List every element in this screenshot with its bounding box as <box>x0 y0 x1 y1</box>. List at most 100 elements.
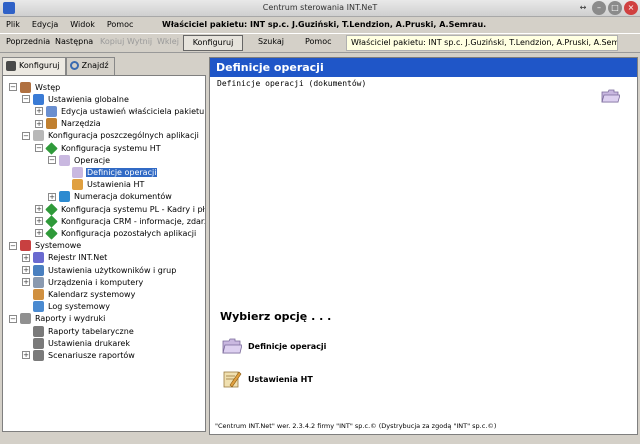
collapse-icon[interactable]: − <box>9 83 17 91</box>
tree-item[interactable]: Ustawienia HT <box>61 179 145 191</box>
settings-pen-icon <box>223 371 242 388</box>
expand-icon[interactable]: + <box>35 119 43 128</box>
tree-item-label: Ustawienia użytkowników i grup <box>48 265 177 275</box>
collapse-icon[interactable]: − <box>48 156 56 165</box>
tree-item[interactable]: − Operacje <box>48 154 111 166</box>
globe-icon <box>33 93 44 105</box>
tree-item[interactable]: + Konfiguracja pozostałych aplikacji <box>35 227 197 240</box>
tree-item[interactable]: + Konfiguracja CRM - informacje, zdarzeni… <box>35 214 205 228</box>
reports-icon <box>20 313 31 325</box>
status-strip <box>0 437 640 444</box>
close-icon[interactable]: × <box>624 1 638 15</box>
printer-icon <box>33 337 44 349</box>
tree-item[interactable]: Kalendarz systemowy <box>22 288 136 300</box>
tree-item[interactable]: + Edycja ustawień właściciela pakietu <box>35 105 205 117</box>
option-operation-definitions-label: Definicje operacji <box>248 341 327 351</box>
window-title: Centrum sterowania INT.NeT <box>262 3 378 12</box>
tree-item[interactable]: − Wstęp <box>9 81 61 93</box>
tree-item[interactable]: + Rejestr INT.Net <box>22 252 108 264</box>
registry-icon <box>33 252 44 264</box>
tree-item-label: Log systemowy <box>48 302 110 312</box>
menu-view[interactable]: Widok <box>70 20 95 29</box>
tree-item[interactable]: − Konfiguracja poszczególnych aplikacji <box>22 130 200 142</box>
tree-item[interactable]: + Konfiguracja systemu PL - Kadry i płace <box>35 202 205 216</box>
tree-item-label: Raporty tabelaryczne <box>48 326 134 336</box>
tree-item[interactable]: + Narzędzia <box>35 118 102 130</box>
expand-icon[interactable]: + <box>22 253 30 262</box>
diamond-icon <box>45 227 58 240</box>
collapse-icon[interactable]: − <box>22 131 30 140</box>
tree-item[interactable]: Definicje operacji <box>61 166 158 178</box>
title-bar: Centrum sterowania INT.NeT ↔ – □ × <box>0 0 640 17</box>
tree-item-label: Narzędzia <box>61 119 101 129</box>
resize-arrows-icon[interactable]: ↔ <box>576 1 590 15</box>
tree-item-label: Wstęp <box>35 82 61 92</box>
cut-button[interactable]: Wytnij <box>127 37 152 46</box>
tree-item[interactable]: Raporty tabelaryczne <box>22 325 135 337</box>
folder-open-icon[interactable] <box>601 89 620 103</box>
option-operation-definitions[interactable]: Definicje operacji <box>222 338 326 354</box>
tree-item[interactable]: + Scenariusze raportów <box>22 349 136 361</box>
tab-find[interactable]: Znajdź <box>65 57 115 75</box>
minimize-icon[interactable]: – <box>592 1 606 15</box>
tree-item-label: Scenariusze raportów <box>48 350 135 360</box>
collapse-icon[interactable]: − <box>9 314 17 323</box>
numbering-icon <box>59 191 70 203</box>
apps-config-icon <box>33 130 44 142</box>
calendar-icon <box>33 288 44 300</box>
tools-icon <box>46 118 57 130</box>
menu-edit[interactable]: Edycja <box>32 20 58 29</box>
expand-icon[interactable]: + <box>22 266 30 274</box>
configure-button[interactable]: Konfiguruj <box>183 35 243 51</box>
maximize-icon[interactable]: □ <box>608 1 622 15</box>
folder-open-icon <box>59 154 70 166</box>
expand-icon[interactable]: + <box>35 205 43 213</box>
tree-item-label: Edycja ustawień właściciela pakietu <box>61 106 205 116</box>
search-button[interactable]: Szukaj <box>258 37 284 46</box>
table-report-icon <box>33 325 44 337</box>
tree-item[interactable]: Ustawienia drukarek <box>22 337 131 349</box>
expand-icon[interactable]: + <box>22 351 30 360</box>
expand-icon[interactable]: + <box>35 107 43 116</box>
collapse-icon[interactable]: − <box>9 241 17 250</box>
user-settings-icon <box>46 105 57 117</box>
tree-item-label: Konfiguracja pozostałych aplikacji <box>61 228 197 238</box>
tree-item[interactable]: − Raporty i wydruki <box>9 313 106 325</box>
gears-icon <box>20 81 31 93</box>
tree-item[interactable]: − Ustawienia globalne <box>22 93 130 105</box>
expand-icon[interactable]: + <box>48 192 56 201</box>
tree-item[interactable]: + Numeracja dokumentów <box>48 191 173 203</box>
collapse-icon[interactable]: − <box>35 144 43 152</box>
copy-button[interactable]: Kopiuj <box>100 37 124 46</box>
collapse-icon[interactable]: − <box>22 95 30 104</box>
tree-item-label: Operacje <box>74 155 111 165</box>
previous-button[interactable]: Poprzednia <box>6 37 50 46</box>
expand-icon[interactable]: + <box>35 229 43 238</box>
expand-icon[interactable]: + <box>22 278 30 287</box>
tree-item[interactable]: − Konfiguracja systemu HT <box>35 141 162 155</box>
help-button[interactable]: Pomoc <box>305 37 332 46</box>
tree-item-label: Konfiguracja poszczególnych aplikacji <box>48 131 199 141</box>
tree-item-label: Konfiguracja systemu HT <box>61 143 161 153</box>
menu-help[interactable]: Pomoc <box>107 20 134 29</box>
diamond-icon <box>45 214 58 228</box>
menu-file[interactable]: Plik <box>6 20 20 29</box>
folder-icon <box>72 166 83 178</box>
computer-icon <box>33 276 44 288</box>
tree-item[interactable]: + Ustawienia użytkowników i grup <box>22 264 177 276</box>
tab-configure[interactable]: Konfiguruj <box>2 57 66 75</box>
tree-item-label: Definicje operacji <box>86 167 158 177</box>
expand-icon[interactable]: + <box>35 217 43 226</box>
toolbar: Poprzednia Następna Kopiuj Wytnij Wklej … <box>0 33 640 53</box>
diamond-icon <box>45 141 58 155</box>
version-footer: "Centrum INT.Net" wer. 2.3.4.2 firmy "IN… <box>215 422 497 430</box>
paste-button[interactable]: Wklej <box>157 37 179 46</box>
tree-item[interactable]: − Systemowe <box>9 240 82 252</box>
tab-strip: Konfiguruj Znajdź <box>2 57 115 75</box>
magnifier-icon <box>69 61 79 70</box>
tree-item[interactable]: Log systemowy <box>22 301 111 313</box>
option-ht-settings[interactable]: Ustawienia HT <box>222 369 313 389</box>
tree-item[interactable]: + Urządzenia i komputery <box>22 276 144 288</box>
next-button[interactable]: Następna <box>55 37 93 46</box>
menu-items: Plik Edycja Widok Pomoc <box>6 20 133 29</box>
